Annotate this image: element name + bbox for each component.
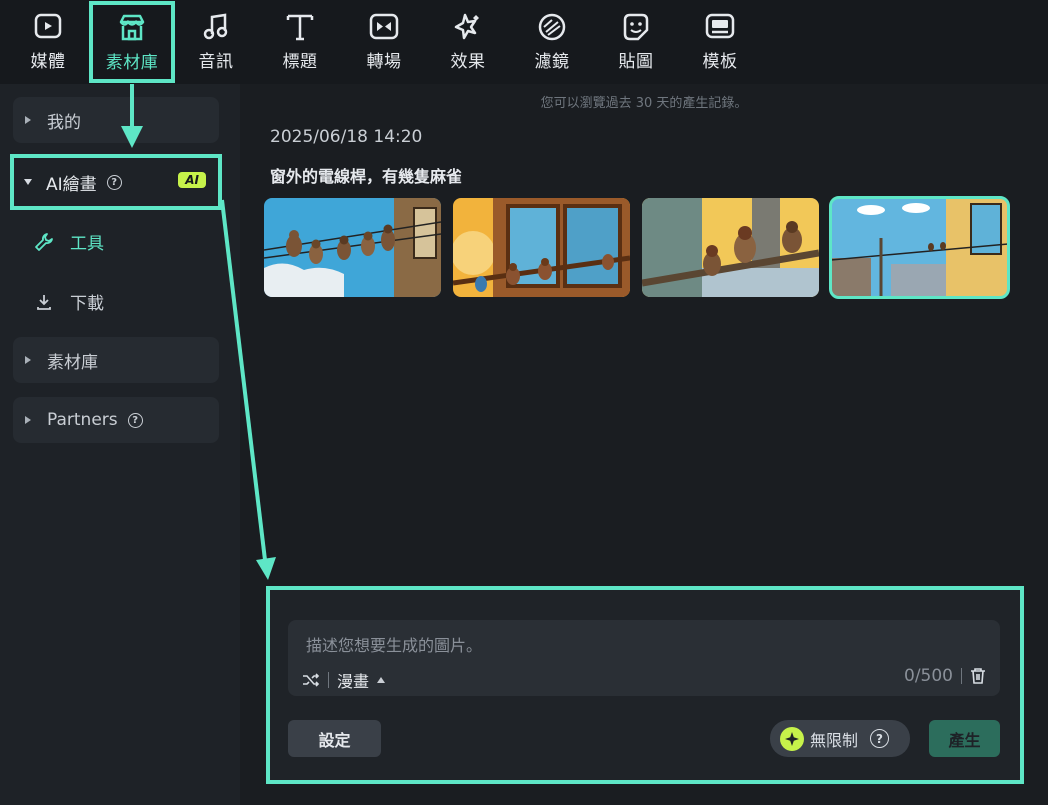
unlimited-label: 無限制 bbox=[810, 730, 859, 750]
ai-badge: AI bbox=[178, 172, 206, 188]
tab-stickers-label: 貼圖 bbox=[618, 52, 654, 72]
chevron-right-icon bbox=[25, 116, 31, 124]
tab-templates-label: 模板 bbox=[702, 52, 738, 72]
history-notice: 您可以瀏覽過去 30 天的產生記錄。 bbox=[540, 96, 748, 111]
download-icon bbox=[37, 294, 51, 310]
sidebar-item-label: AI繪畫 bbox=[46, 174, 97, 195]
sidebar: 我的 AI繪畫 ? AI 工具 下載 素材庫 Partners ? bbox=[0, 84, 240, 805]
sparkle-icon bbox=[780, 726, 804, 751]
sidebar-item-ai-drawing[interactable]: AI繪畫 ? AI bbox=[10, 154, 222, 210]
char-counter-row: 0/500 bbox=[904, 666, 986, 686]
tab-filters[interactable]: 濾鏡 bbox=[512, 0, 592, 84]
top-toolbar: 媒體 素材庫 音訊 標題 轉場 效果 濾鏡 貼圖 模板 bbox=[0, 0, 1048, 84]
tab-effects[interactable]: 效果 bbox=[428, 0, 508, 84]
sidebar-item-my[interactable]: 我的 bbox=[13, 97, 219, 143]
chevron-right-icon bbox=[25, 416, 31, 424]
tab-filters-label: 濾鏡 bbox=[534, 52, 570, 72]
transition-icon bbox=[369, 13, 399, 40]
tab-audio-label: 音訊 bbox=[198, 52, 234, 72]
sidebar-item-library[interactable]: 素材庫 bbox=[13, 337, 219, 383]
wrench-icon bbox=[35, 232, 53, 251]
chevron-down-icon bbox=[24, 179, 32, 185]
settings-button[interactable]: 設定 bbox=[288, 720, 381, 757]
tab-titles-label: 標題 bbox=[282, 52, 318, 72]
sidebar-item-label: 下載 bbox=[70, 294, 104, 314]
tab-transitions[interactable]: 轉場 bbox=[344, 0, 424, 84]
tab-library-label: 素材庫 bbox=[105, 53, 159, 73]
unlimited-credits-pill[interactable]: 無限制 ? bbox=[770, 720, 910, 757]
sidebar-item-tools[interactable]: 工具 bbox=[34, 229, 104, 254]
help-icon[interactable]: ? bbox=[127, 412, 143, 428]
store-icon bbox=[119, 14, 145, 41]
tab-library[interactable]: 素材庫 bbox=[89, 1, 175, 83]
result-image[interactable] bbox=[642, 198, 819, 297]
tab-templates[interactable]: 模板 bbox=[680, 0, 760, 84]
generation-date: 2025/06/18 14:20 bbox=[270, 127, 423, 147]
template-icon bbox=[705, 13, 735, 39]
tab-stickers[interactable]: 貼圖 bbox=[596, 0, 676, 84]
chevron-right-icon bbox=[25, 356, 31, 364]
sidebar-item-partners[interactable]: Partners ? bbox=[13, 397, 219, 443]
help-icon[interactable]: ? bbox=[106, 174, 122, 190]
tab-titles[interactable]: 標題 bbox=[260, 0, 340, 84]
result-image-selected[interactable] bbox=[829, 196, 1010, 299]
style-row: 漫畫 bbox=[302, 668, 386, 692]
media-icon bbox=[34, 13, 62, 39]
tab-media[interactable]: 媒體 bbox=[8, 0, 88, 84]
help-icon[interactable]: ? bbox=[870, 729, 890, 748]
effects-icon bbox=[454, 13, 479, 40]
shuffle-icon[interactable] bbox=[302, 672, 320, 688]
filter-icon bbox=[538, 13, 566, 41]
divider bbox=[961, 668, 962, 684]
result-thumbnails bbox=[264, 196, 1010, 299]
style-select[interactable]: 漫畫 bbox=[337, 668, 369, 692]
prompt-composer: 描述您想要生成的圖片。 漫畫 0/500 設定 無限制 ? 產生 bbox=[266, 586, 1024, 784]
prompt-placeholder: 描述您想要生成的圖片。 bbox=[306, 636, 483, 655]
result-image[interactable] bbox=[453, 198, 630, 297]
sidebar-item-label: Partners bbox=[47, 410, 118, 430]
music-icon bbox=[203, 13, 228, 40]
sticker-icon bbox=[623, 13, 649, 41]
char-counter: 0/500 bbox=[904, 666, 953, 686]
caret-up-icon[interactable] bbox=[377, 677, 386, 683]
tab-audio[interactable]: 音訊 bbox=[176, 0, 256, 84]
sidebar-item-label: 我的 bbox=[47, 112, 81, 133]
title-icon bbox=[286, 14, 314, 41]
result-image[interactable] bbox=[264, 198, 441, 297]
sidebar-item-label: 素材庫 bbox=[47, 352, 98, 373]
tab-transitions-label: 轉場 bbox=[366, 52, 402, 72]
tab-effects-label: 效果 bbox=[450, 52, 486, 72]
trash-icon[interactable] bbox=[970, 667, 986, 685]
generate-button[interactable]: 產生 bbox=[929, 720, 1000, 757]
sidebar-item-label: 工具 bbox=[70, 234, 104, 254]
divider bbox=[328, 672, 329, 688]
generation-prompt: 窗外的電線桿，有幾隻麻雀 bbox=[270, 167, 463, 186]
prompt-input[interactable]: 描述您想要生成的圖片。 漫畫 0/500 bbox=[288, 620, 1000, 696]
sidebar-item-download[interactable]: 下載 bbox=[34, 289, 104, 314]
tab-media-label: 媒體 bbox=[30, 52, 66, 72]
